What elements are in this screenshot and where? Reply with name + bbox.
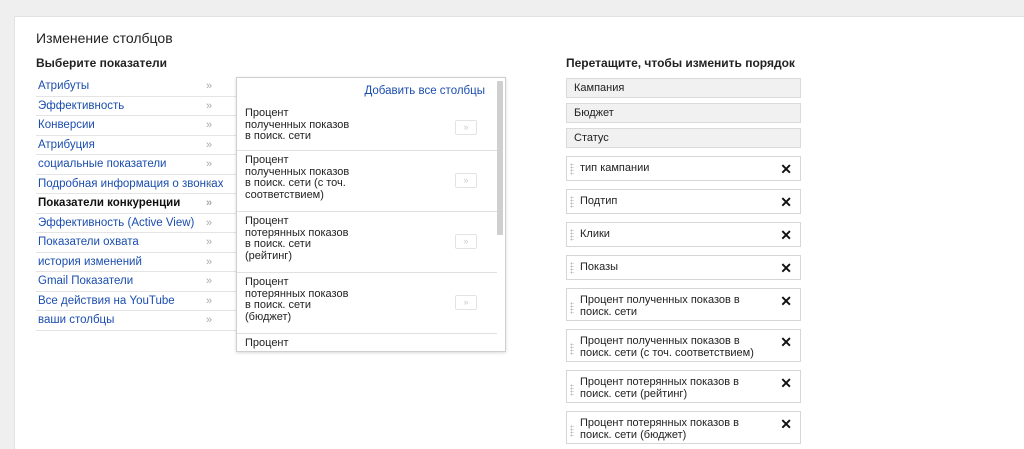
metric-row: Процент полученных показов в поиск. сети… bbox=[237, 104, 497, 151]
drag-handle-icon[interactable] bbox=[570, 343, 574, 355]
category-item[interactable]: история изменений » bbox=[36, 253, 236, 272]
category-item[interactable]: Атрибуты » bbox=[36, 77, 236, 97]
chevron-right-icon: » bbox=[206, 158, 213, 170]
draggable-column[interactable]: Процент полученных показов в поиск. сети… bbox=[566, 288, 801, 321]
category-item[interactable]: Эффективность » bbox=[36, 97, 236, 116]
drag-handle-icon[interactable] bbox=[570, 229, 574, 241]
metric-row: Процент потерянных показов в поиск. сети… bbox=[237, 212, 497, 273]
close-icon[interactable]: ✕ bbox=[780, 162, 792, 176]
add-metric-button[interactable]: » bbox=[455, 295, 477, 310]
category-label: история изменений bbox=[38, 255, 142, 268]
chevron-right-icon: » bbox=[206, 99, 213, 112]
category-label: Эффективность bbox=[38, 99, 125, 112]
fixed-column: Статус bbox=[566, 128, 801, 148]
category-label: Эффективность (Active View) bbox=[38, 216, 195, 229]
draggable-column[interactable]: Подтип ✕ bbox=[566, 189, 801, 214]
metric-label: Процент полученных показов в поиск. сети… bbox=[245, 154, 350, 201]
draggable-column[interactable]: Клики ✕ bbox=[566, 222, 801, 247]
metric-label: Процент полученных показов в поиск. сети bbox=[245, 107, 350, 142]
category-item[interactable]: ваши столбцы » bbox=[36, 311, 236, 331]
chevron-right-icon: » bbox=[206, 216, 213, 229]
category-label: Gmail Показатели bbox=[38, 275, 134, 287]
selected-columns-list: Кампания Бюджет Статус тип кампании ✕ По… bbox=[566, 78, 801, 444]
category-label: Атрибуты bbox=[38, 80, 90, 92]
close-icon[interactable]: ✕ bbox=[780, 335, 792, 349]
chevron-right-icon: » bbox=[206, 275, 213, 287]
metric-list: Процент полученных показов в поиск. сети… bbox=[237, 104, 497, 351]
add-metric-button[interactable]: » bbox=[455, 234, 477, 249]
column-label: тип кампании bbox=[580, 162, 650, 174]
category-label: Все действия на YouTube bbox=[38, 294, 175, 307]
close-icon[interactable]: ✕ bbox=[780, 417, 792, 431]
category-label: социальные показатели bbox=[38, 158, 167, 170]
category-item[interactable]: Подробная информация о звонках» bbox=[36, 175, 236, 194]
close-icon[interactable]: ✕ bbox=[780, 195, 792, 209]
page-title: Изменение столбцов bbox=[36, 30, 173, 46]
add-metric-button[interactable]: » bbox=[455, 120, 477, 135]
column-label: Показы bbox=[580, 261, 619, 273]
category-item[interactable]: Атрибуция » bbox=[36, 136, 236, 155]
chevron-right-icon: » bbox=[206, 255, 213, 268]
drag-handle-icon[interactable] bbox=[570, 425, 574, 437]
column-label: Процент полученных показов в поиск. сети… bbox=[580, 335, 754, 359]
fixed-column: Бюджет bbox=[566, 103, 801, 123]
category-item[interactable]: Все действия на YouTube » bbox=[36, 292, 236, 311]
drag-handle-icon[interactable] bbox=[570, 196, 574, 208]
category-item[interactable]: социальные показатели » bbox=[36, 155, 236, 175]
column-label: Процент потерянных показов в поиск. сети… bbox=[580, 417, 739, 441]
close-icon[interactable]: ✕ bbox=[780, 261, 792, 275]
drag-handle-icon[interactable] bbox=[570, 302, 574, 314]
category-item[interactable]: Эффективность (Active View) » bbox=[36, 214, 236, 233]
drag-handle-icon[interactable] bbox=[570, 163, 574, 175]
choose-metrics-heading: Выберите показатели bbox=[36, 56, 168, 70]
chevron-right-icon: » bbox=[206, 294, 213, 307]
fixed-column: Кампания bbox=[566, 78, 801, 98]
chevron-right-icon: » bbox=[206, 138, 213, 151]
draggable-column[interactable]: тип кампании ✕ bbox=[566, 156, 801, 181]
draggable-column[interactable]: Показы ✕ bbox=[566, 255, 801, 280]
category-item-active[interactable]: Показатели конкуренции » bbox=[36, 194, 236, 214]
column-label: Подтип bbox=[580, 195, 618, 207]
metric-row: Процент потерянных показов в поиск. сети… bbox=[237, 273, 497, 334]
chevron-right-icon: » bbox=[206, 314, 213, 326]
metrics-flyout: Добавить все столбцы Процент полученных … bbox=[236, 77, 506, 352]
category-item[interactable]: Конверсии » bbox=[36, 116, 236, 136]
draggable-column[interactable]: Процент потерянных показов в поиск. сети… bbox=[566, 370, 801, 403]
chevron-right-icon: » bbox=[206, 119, 213, 131]
chevron-right-icon: » bbox=[206, 80, 213, 92]
chevron-right-icon: » bbox=[206, 236, 213, 248]
category-item[interactable]: Gmail Показатели » bbox=[36, 272, 236, 292]
close-icon[interactable]: ✕ bbox=[780, 228, 792, 242]
column-label: Процент потерянных показов в поиск. сети… bbox=[580, 376, 739, 400]
metric-row: Процент bbox=[237, 334, 497, 351]
metrics-scrollbar[interactable] bbox=[497, 81, 503, 235]
close-icon[interactable]: ✕ bbox=[780, 294, 792, 308]
column-label: Клики bbox=[580, 228, 610, 240]
add-all-columns-link[interactable]: Добавить все столбцы bbox=[364, 85, 485, 97]
category-label: Показатели конкуренции bbox=[38, 197, 181, 209]
drag-handle-icon[interactable] bbox=[570, 262, 574, 274]
draggable-column[interactable]: Процент потерянных показов в поиск. сети… bbox=[566, 411, 801, 444]
category-label: Атрибуция bbox=[38, 138, 95, 151]
chevron-right-icon: » bbox=[206, 177, 213, 190]
close-icon[interactable]: ✕ bbox=[780, 376, 792, 390]
category-label: Конверсии bbox=[38, 119, 95, 131]
drag-handle-icon[interactable] bbox=[570, 384, 574, 396]
metric-label: Процент потерянных показов в поиск. сети… bbox=[245, 215, 349, 262]
add-metric-button[interactable]: » bbox=[455, 173, 477, 188]
metric-label: Процент потерянных показов в поиск. сети… bbox=[245, 276, 349, 323]
metric-label: Процент bbox=[245, 337, 289, 349]
reorder-heading: Перетащите, чтобы изменить порядок bbox=[566, 56, 795, 70]
metric-row: Процент полученных показов в поиск. сети… bbox=[237, 151, 497, 212]
column-label: Процент полученных показов в поиск. сети bbox=[580, 294, 740, 318]
chevron-right-icon: » bbox=[206, 197, 213, 209]
draggable-column[interactable]: Процент полученных показов в поиск. сети… bbox=[566, 329, 801, 362]
category-label: Показатели охвата bbox=[38, 236, 139, 248]
category-item[interactable]: Показатели охвата » bbox=[36, 233, 236, 253]
metric-category-list: Атрибуты » Эффективность » Конверсии » Атри… bbox=[36, 77, 236, 331]
category-label: Подробная информация о звонках bbox=[38, 177, 224, 190]
category-label: ваши столбцы bbox=[38, 314, 115, 326]
